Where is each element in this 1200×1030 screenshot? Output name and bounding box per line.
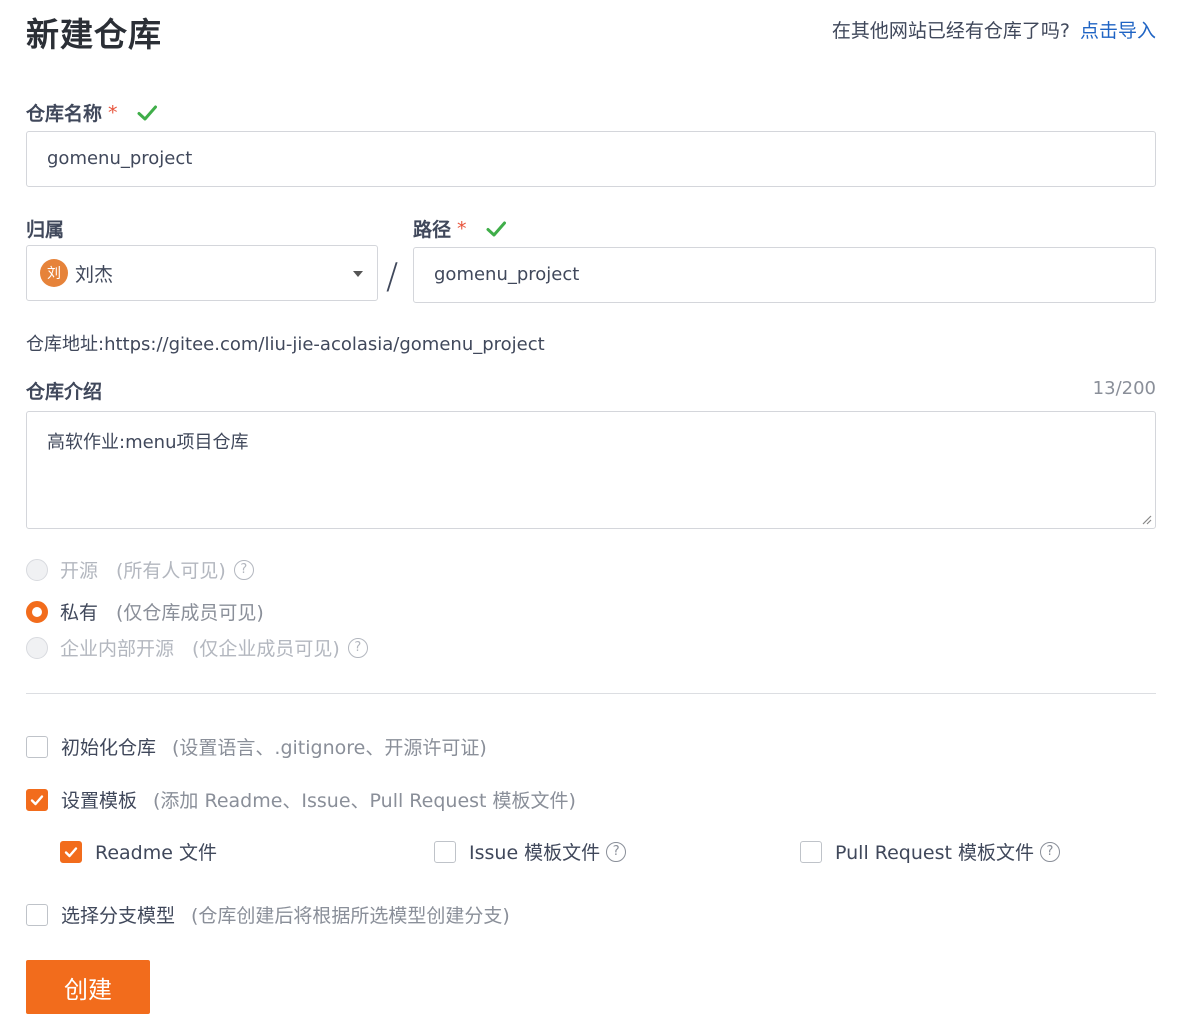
- import-prompt: 在其他网站已经有仓库了吗?: [831, 20, 1070, 42]
- radio-hint: (仅仓库成员可见): [116, 602, 264, 624]
- checkbox[interactable]: [26, 735, 48, 758]
- valid-check-icon: [486, 221, 506, 236]
- page-title: 新建仓库: [26, 15, 162, 54]
- radio-label: 私有: [60, 602, 99, 624]
- template-pull-request-option[interactable]: Pull Request 模板文件 ?: [800, 838, 1060, 865]
- radio-button[interactable]: [26, 636, 48, 659]
- checkbox-label: 选择分支模型: [61, 905, 176, 927]
- path-label-text: 路径: [413, 219, 452, 241]
- owner-name: 刘杰: [75, 263, 114, 286]
- create-button[interactable]: 创建: [26, 960, 150, 1014]
- chevron-down-icon: [353, 271, 363, 277]
- char-count: 13/200: [1092, 378, 1156, 399]
- init-repo-option[interactable]: 初始化仓库 (设置语言、.gitignore、开源许可证): [26, 733, 487, 760]
- help-icon[interactable]: ?: [347, 637, 368, 658]
- check-icon: [64, 846, 78, 857]
- radio-label: 企业内部开源: [60, 638, 175, 660]
- template-issue-option[interactable]: Issue 模板文件 ?: [434, 838, 627, 865]
- repo-name-input[interactable]: gomenu_project: [26, 131, 1156, 187]
- radio-hint: (仅企业成员可见): [192, 638, 340, 660]
- import-hint: 在其他网站已经有仓库了吗? 点击导入: [832, 16, 1156, 43]
- owner-select[interactable]: 刘 刘杰: [26, 245, 378, 301]
- description-label: 仓库介绍: [26, 381, 103, 403]
- repo-url: 仓库地址:https://gitee.com/liu-jie-acolasia/…: [26, 334, 545, 355]
- checkbox-label: 设置模板: [61, 790, 138, 812]
- checkbox[interactable]: [60, 840, 82, 863]
- radio-label: 开源: [60, 560, 99, 582]
- checkbox[interactable]: [26, 788, 48, 811]
- description-textarea[interactable]: 高软作业:menu项目仓库: [26, 411, 1156, 529]
- checkbox[interactable]: [800, 840, 822, 863]
- avatar: 刘: [40, 259, 68, 287]
- visibility-option-private[interactable]: 私有 (仅仓库成员可见): [26, 598, 264, 625]
- required-mark: *: [108, 101, 118, 124]
- repo-name-label: 仓库名称 *: [26, 99, 158, 126]
- checkbox-hint: (设置语言、.gitignore、开源许可证): [172, 737, 487, 759]
- visibility-option-public[interactable]: 开源 (所有人可见) ?: [26, 556, 254, 583]
- checkbox-label: Issue 模板文件: [469, 842, 601, 864]
- checkbox[interactable]: [26, 903, 48, 926]
- checkbox-label: 初始化仓库: [61, 737, 157, 759]
- branch-model-option[interactable]: 选择分支模型 (仓库创建后将根据所选模型创建分支): [26, 901, 510, 928]
- radio-button[interactable]: [26, 558, 48, 581]
- checkbox-label: Readme 文件: [95, 842, 217, 864]
- description-text: 高软作业:menu项目仓库: [47, 432, 249, 453]
- checkbox-label: Pull Request 模板文件: [835, 842, 1034, 864]
- path-separator: /: [386, 256, 399, 297]
- templates-option[interactable]: 设置模板 (添加 Readme、Issue、Pull Request 模板文件): [26, 786, 576, 813]
- checkbox-hint: (仓库创建后将根据所选模型创建分支): [191, 905, 510, 927]
- import-link[interactable]: 点击导入: [1080, 20, 1156, 42]
- help-icon[interactable]: ?: [606, 841, 627, 862]
- visibility-option-enterprise[interactable]: 企业内部开源 (仅企业成员可见) ?: [26, 634, 368, 661]
- owner-label: 归属: [26, 219, 65, 241]
- help-icon[interactable]: ?: [233, 559, 254, 580]
- checkbox-hint: (添加 Readme、Issue、Pull Request 模板文件): [153, 790, 576, 812]
- valid-check-icon: [137, 105, 157, 120]
- divider: [26, 693, 1156, 694]
- path-label: 路径 *: [413, 215, 507, 242]
- checkbox[interactable]: [434, 840, 456, 863]
- path-input[interactable]: gomenu_project: [413, 247, 1156, 303]
- radio-hint: (所有人可见): [116, 560, 226, 582]
- radio-button[interactable]: [26, 600, 48, 623]
- template-readme-option[interactable]: Readme 文件: [60, 838, 217, 865]
- help-icon[interactable]: ?: [1039, 841, 1060, 862]
- resize-handle-icon[interactable]: [1140, 513, 1152, 525]
- required-mark: *: [457, 217, 467, 240]
- repo-name-label-text: 仓库名称: [26, 103, 103, 125]
- check-icon: [30, 794, 44, 805]
